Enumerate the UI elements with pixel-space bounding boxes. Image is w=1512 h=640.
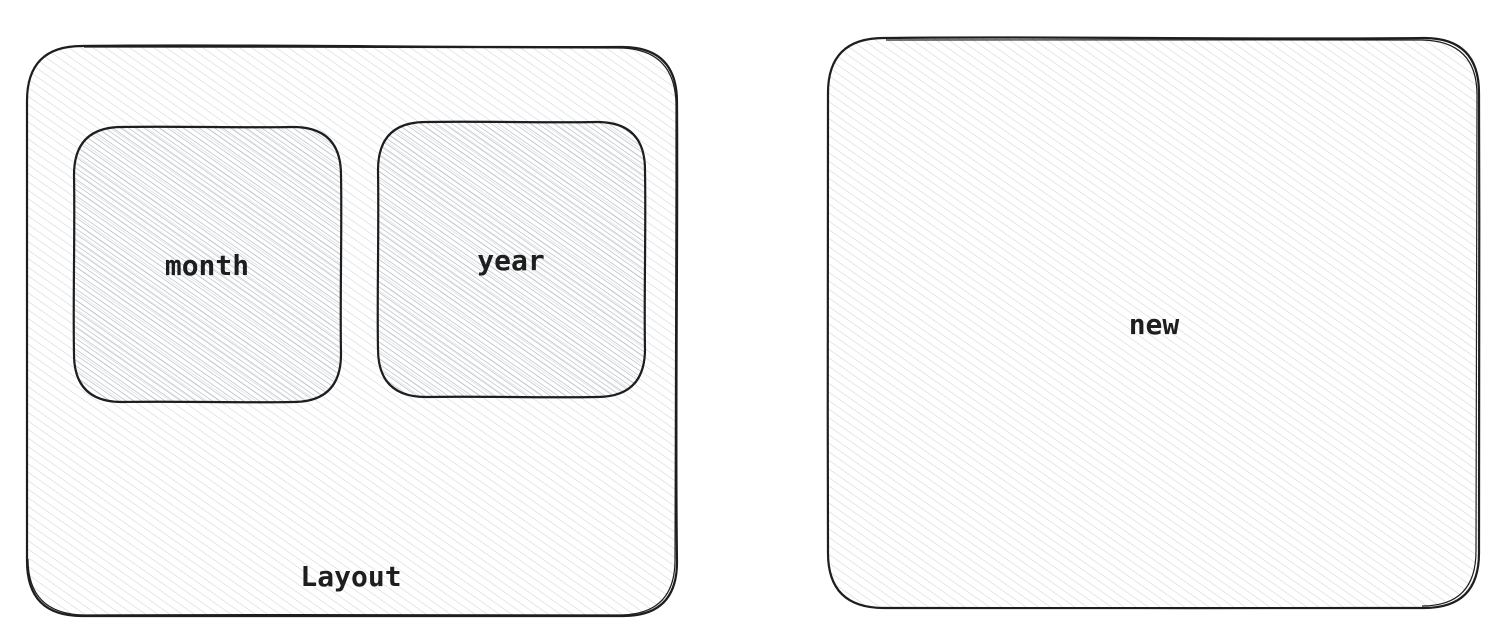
layout-label: Layout	[300, 560, 401, 593]
year-label: year	[477, 244, 544, 277]
diagram-canvas: Layout month year new	[25, 36, 1481, 618]
new-label: new	[1129, 308, 1180, 341]
month-box[interactable]: month	[72, 125, 343, 404]
year-box[interactable]: year	[376, 120, 647, 399]
month-label: month	[165, 249, 249, 282]
new-box[interactable]: new	[826, 36, 1481, 610]
